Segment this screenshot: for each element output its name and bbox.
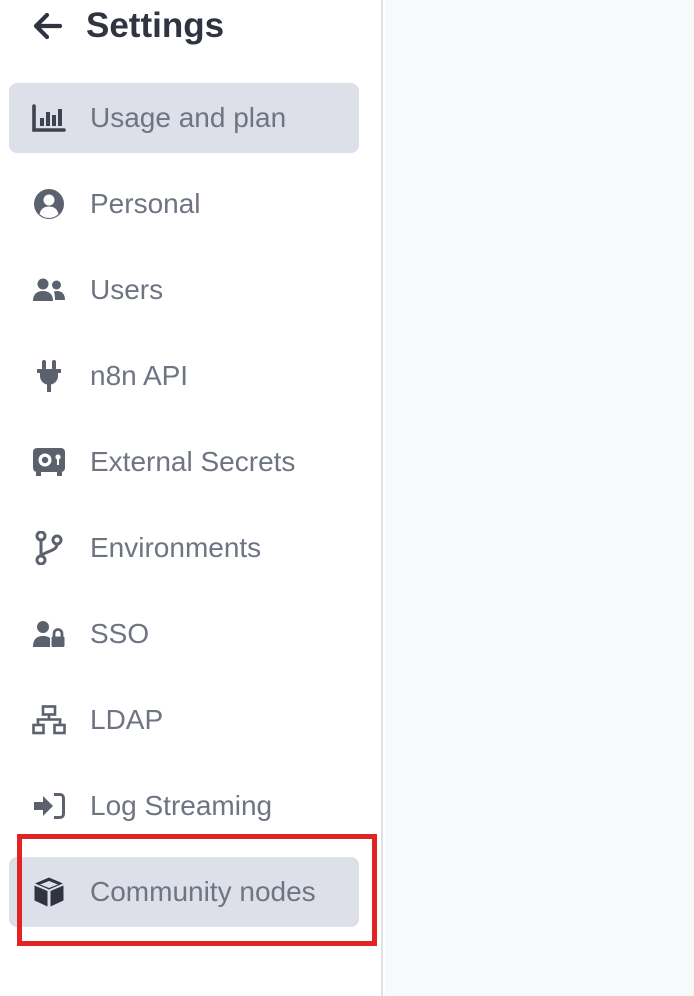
back-button[interactable] [30, 8, 66, 44]
sidebar-item-label: SSO [90, 618, 150, 649]
sidebar-item-label: Personal [90, 188, 201, 219]
sidebar-item-label: Environments [90, 532, 262, 563]
chart-bar-icon [31, 100, 67, 136]
vault-icon [31, 444, 67, 480]
sidebar-item-community-nodes[interactable]: Community nodes [9, 857, 359, 927]
sidebar-item-label: Users [90, 274, 164, 305]
network-wired-icon [31, 702, 67, 738]
page-title: Settings [86, 6, 225, 45]
sidebar-item-label: Log Streaming [90, 790, 273, 821]
settings-sidebar: Settings Usage and plan Personal Users n… [0, 0, 383, 996]
sidebar-item-label: n8n API [90, 360, 189, 391]
plug-icon [31, 358, 67, 394]
user-friends-icon [31, 272, 67, 308]
sidebar-item-personal[interactable]: Personal [9, 169, 359, 239]
sidebar-item-external-secrets[interactable]: External Secrets [9, 427, 359, 497]
sidebar-item-users[interactable]: Users [9, 255, 359, 325]
sidebar-item-log-streaming[interactable]: Log Streaming [9, 771, 359, 841]
sidebar-item-label: External Secrets [90, 446, 296, 477]
sidebar-item-usage-and-plan[interactable]: Usage and plan [9, 83, 359, 153]
sidebar-item-n8n-api[interactable]: n8n API [9, 341, 359, 411]
sidebar-item-environments[interactable]: Environments [9, 513, 359, 583]
sidebar-item-label: LDAP [90, 704, 164, 735]
sign-in-icon [31, 788, 67, 824]
main-content-area [385, 0, 694, 996]
user-circle-icon [31, 186, 67, 222]
app-window: Settings Usage and plan Personal Users n… [0, 0, 694, 996]
code-branch-icon [31, 530, 67, 566]
arrow-left-icon [33, 12, 63, 40]
sidebar-item-sso[interactable]: SSO [9, 599, 359, 669]
cube-icon [31, 874, 67, 910]
sidebar-item-label: Usage and plan [90, 102, 287, 133]
sidebar-item-label: Community nodes [90, 876, 316, 907]
sidebar-item-ldap[interactable]: LDAP [9, 685, 359, 755]
user-lock-icon [31, 616, 67, 652]
